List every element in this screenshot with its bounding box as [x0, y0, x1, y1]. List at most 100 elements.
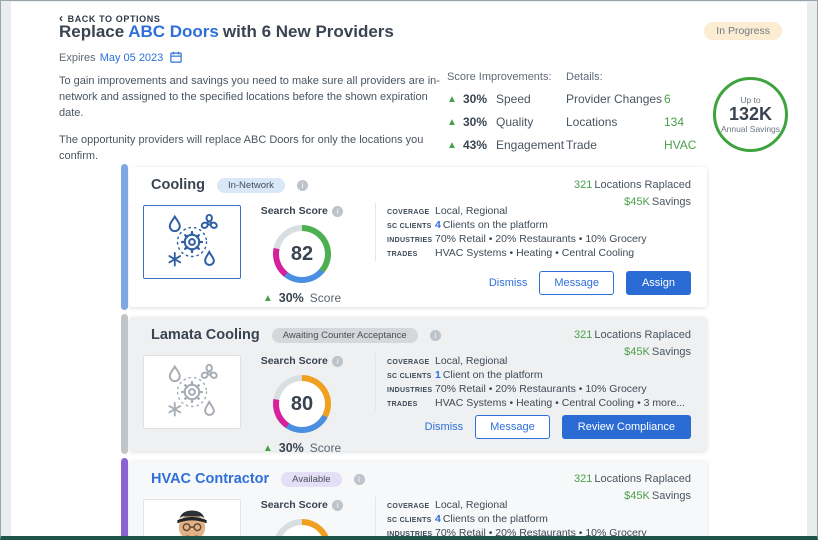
- improvement-label: Quality: [496, 115, 533, 129]
- dismiss-button[interactable]: Dismiss: [425, 421, 464, 433]
- score-change-value: 30%: [279, 291, 304, 305]
- industries-value: 70% Retail • 20% Restaurants • 10% Groce…: [435, 233, 647, 245]
- locations-count: 321: [574, 473, 592, 485]
- annual-savings-badge: Up to 132K Annual Savings: [713, 77, 788, 152]
- coverage-label: COVERAGE: [387, 359, 435, 366]
- score-improvements-heading: Score Improvements:: [447, 71, 565, 83]
- trades-label: TRADES: [387, 401, 435, 408]
- improvement-label: Speed: [496, 92, 531, 106]
- assign-button[interactable]: Assign: [626, 271, 691, 295]
- intro-text: To gain improvements and savings you nee…: [59, 74, 441, 165]
- awaiting-status-pill: Awaiting Counter Acceptance: [272, 328, 418, 343]
- message-button[interactable]: Message: [539, 271, 614, 295]
- title-provider-link[interactable]: ABC Doors: [128, 22, 219, 41]
- details-heading: Details:: [566, 71, 698, 83]
- up-triangle-icon: ▲: [447, 94, 463, 105]
- sc-clients-label: SC CLIENTS: [387, 223, 435, 230]
- hvac-icon-thumbnail: [143, 205, 241, 279]
- dismiss-button[interactable]: Dismiss: [489, 277, 528, 289]
- savings-circle-amount: 132K: [729, 105, 772, 125]
- locations-count: 321: [574, 179, 592, 191]
- industries-value: 70% Retail • 20% Restaurants • 10% Groce…: [435, 383, 647, 395]
- savings-label: Savings: [652, 346, 691, 358]
- locations-replaced: 321Locations Raplaced: [574, 177, 691, 194]
- savings-label: Savings: [652, 196, 691, 208]
- details-row: Trade HVAC: [566, 138, 698, 152]
- hvac-icon: [163, 363, 221, 421]
- sc-clients-label: SC CLIENTS: [387, 373, 435, 380]
- locations-replaced: 321Locations Raplaced: [574, 471, 691, 488]
- score-change-label: Score: [310, 291, 341, 305]
- clients-count: 1: [435, 369, 441, 381]
- improvement-value: 43%: [463, 138, 496, 152]
- clients-count: 4: [435, 513, 441, 525]
- industries-label: INDUSTRIES: [387, 237, 435, 244]
- hvac-icon: [163, 213, 221, 271]
- improvement-label: Engagement: [496, 138, 564, 152]
- calendar-icon[interactable]: [170, 51, 182, 66]
- up-triangle-icon: ▲: [447, 140, 463, 151]
- card-accent-bar: [121, 458, 128, 540]
- info-icon[interactable]: i: [297, 180, 308, 191]
- coverage-value: Local, Regional: [435, 355, 507, 367]
- improvement-value: 30%: [463, 115, 496, 129]
- provider-title: Lamata Cooling: [151, 327, 260, 343]
- score-value: 82: [279, 231, 325, 277]
- coverage-value: Local, Regional: [435, 499, 507, 511]
- industries-label: INDUSTRIES: [387, 531, 435, 538]
- hvac-icon-thumbnail: [143, 355, 241, 429]
- industries-label: INDUSTRIES: [387, 387, 435, 394]
- locations-label: Locations Raplaced: [594, 179, 691, 191]
- expiration-row: Expires May 05 2023: [59, 51, 182, 66]
- expires-date[interactable]: May 05 2023: [100, 52, 164, 64]
- improvement-row: ▲ 30% Quality: [447, 115, 565, 129]
- score-change-value: 30%: [279, 441, 304, 455]
- card-accent-bar: [121, 314, 128, 454]
- trades-label: TRADES: [387, 251, 435, 258]
- score-change: ▲ 30% Score: [247, 291, 357, 305]
- up-triangle-icon: ▲: [447, 117, 463, 128]
- trades-value: HVAC Systems • Heating • Central Cooling: [435, 247, 634, 259]
- improvement-row: ▲ 43% Engagement: [447, 138, 565, 152]
- divider: [375, 353, 376, 411]
- info-icon[interactable]: i: [354, 474, 365, 485]
- provider-title-link[interactable]: HVAC Contractor: [151, 471, 269, 487]
- title-prefix: Replace: [59, 22, 124, 41]
- clients-text: Clients on the platform: [443, 219, 548, 231]
- details-label: Locations: [566, 115, 664, 129]
- locations-replaced: 321Locations Raplaced: [574, 327, 691, 344]
- details-row: Locations 134: [566, 115, 698, 129]
- info-icon[interactable]: i: [332, 206, 343, 217]
- improvement-row: ▲ 30% Speed: [447, 92, 565, 106]
- info-icon[interactable]: i: [332, 356, 343, 367]
- provider-card-cooling: Cooling In-Network i 321Locations Raplac…: [129, 167, 707, 307]
- industries-value: 70% Retail • 20% Restaurants • 10% Groce…: [435, 527, 647, 539]
- details-value: 134: [664, 115, 684, 129]
- coverage-label: COVERAGE: [387, 209, 435, 216]
- info-icon[interactable]: i: [332, 500, 343, 511]
- expires-label: Expires: [59, 52, 96, 64]
- locations-label: Locations Raplaced: [594, 473, 691, 485]
- page-title: ReplaceABC Doorswith 6 New Providers: [59, 22, 394, 42]
- info-icon[interactable]: i: [430, 330, 441, 341]
- review-compliance-button[interactable]: Review Compliance: [562, 415, 691, 439]
- status-badge: In Progress: [704, 22, 782, 40]
- score-improvements-panel: Score Improvements: ▲ 30% Speed ▲ 30% Qu…: [447, 71, 565, 161]
- score-change: ▲ 30% Score: [247, 441, 357, 455]
- savings-circle-bottom: Annual Savings: [721, 124, 780, 134]
- details-row: Provider Changes 6: [566, 92, 698, 106]
- score-value: 87: [279, 525, 325, 540]
- search-score-label: Search Score: [261, 205, 328, 217]
- sc-clients-label: SC CLIENTS: [387, 517, 435, 524]
- coverage-value: Local, Regional: [435, 205, 507, 217]
- divider: [375, 203, 376, 261]
- message-button[interactable]: Message: [475, 415, 550, 439]
- card-accent-bar: [121, 164, 128, 310]
- intro-paragraph-1: To gain improvements and savings you nee…: [59, 74, 441, 122]
- search-score-ring: 80: [273, 375, 331, 433]
- clients-text: Clients on the platform: [443, 513, 548, 525]
- search-score-label: Search Score: [261, 499, 328, 511]
- contractor-avatar[interactable]: [143, 499, 241, 540]
- coverage-label: COVERAGE: [387, 503, 435, 510]
- app-window: ‹BACK TO OPTIONS ReplaceABC Doorswith 6 …: [0, 0, 818, 540]
